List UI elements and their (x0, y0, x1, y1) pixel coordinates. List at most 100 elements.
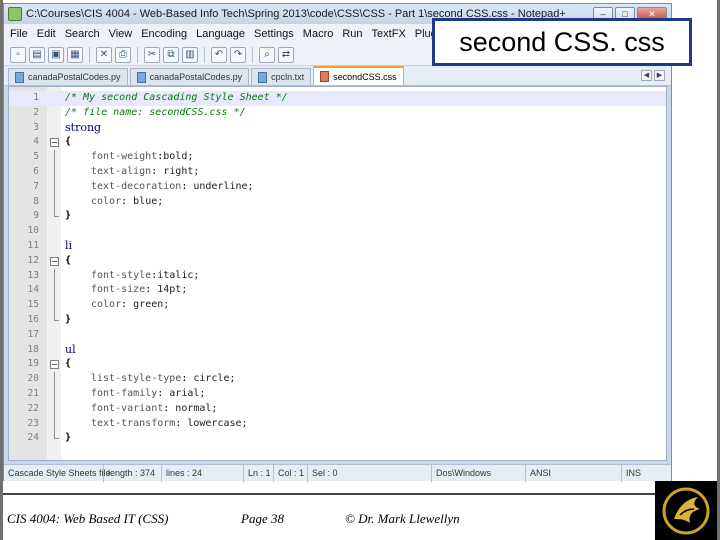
css-value: circle; (187, 373, 236, 385)
fold-toggle-icon[interactable] (50, 357, 59, 372)
line-number: 9 (33, 210, 39, 222)
line-code: font-style:italic; (91, 269, 199, 284)
code-line[interactable]: 15 color: green; (9, 298, 666, 313)
menu-edit[interactable]: Edit (37, 28, 56, 40)
file-tab[interactable]: secondCSS.css (313, 66, 404, 85)
code-line[interactable]: 2 /* file name: secondCSS.css */ (9, 106, 666, 121)
code-line[interactable]: 23 text-transform: lowercase; (9, 416, 666, 432)
status-bar: Cascade Style Sheets file length : 374 l… (4, 464, 671, 482)
tab-scroll-right-icon[interactable]: ▶ (654, 70, 665, 81)
status-file-type: Cascade Style Sheets file (4, 465, 111, 482)
code-line[interactable]: 19 { (9, 357, 666, 372)
code-line[interactable]: 14 font-size: 14pt; (9, 283, 666, 298)
code-line[interactable]: 11 li (9, 239, 666, 254)
fold-guide-line (50, 372, 59, 387)
css-property: color (91, 195, 122, 207)
menu-settings[interactable]: Settings (254, 28, 294, 40)
footer-page: Page 38 (241, 511, 284, 526)
print-icon[interactable]: ⎙ (115, 46, 131, 63)
line-code: font-weight:bold; (91, 150, 193, 165)
line-code: color: green; (91, 298, 169, 313)
code-line[interactable]: 8 color: blue; (9, 194, 666, 210)
redo-icon[interactable]: ↷ (230, 46, 246, 63)
code-line[interactable]: 22 font-variant: normal; (9, 401, 666, 417)
fold-guide-line (50, 165, 59, 180)
line-number: 22 (27, 402, 39, 414)
css-value: 14pt; (151, 284, 188, 296)
code-line[interactable]: 12 { (9, 254, 666, 269)
line-number: 3 (33, 121, 39, 133)
menu-language[interactable]: Language (196, 28, 245, 40)
status-length: length : 374 (104, 465, 162, 482)
code-line[interactable]: 13 font-style:italic; (9, 268, 666, 284)
line-number: 17 (27, 328, 39, 340)
paste-icon[interactable]: ▥ (182, 46, 198, 63)
css-property: font-family (91, 388, 158, 399)
tab-scroll-left-icon[interactable]: ◀ (641, 70, 652, 81)
code-line[interactable]: 5 font-weight:bold; (9, 150, 666, 165)
line-code: /* My second Cascading Style Sheet */ (65, 91, 288, 106)
line-number: 2 (33, 106, 39, 118)
undo-icon[interactable]: ↶ (211, 46, 227, 63)
new-file-icon[interactable]: ▫ (10, 46, 26, 63)
fold-toggle-icon[interactable] (50, 254, 59, 269)
code-line[interactable]: 6 text-align: right; (9, 165, 666, 180)
file-tab[interactable]: canadaPostalCodes.py (129, 68, 250, 85)
menu-search[interactable]: Search (65, 28, 100, 40)
save-icon[interactable]: ▣ (48, 46, 64, 63)
css-value: bold; (163, 151, 194, 163)
tab-bar: canadaPostalCodes.py canadaPostalCodes.py… (4, 66, 671, 86)
open-file-icon[interactable]: ▤ (29, 46, 45, 63)
footer-course: CIS 4004: Web Based IT (CSS) (7, 511, 169, 526)
copy-icon[interactable]: ⧉ (163, 46, 179, 63)
menu-run[interactable]: Run (342, 28, 362, 40)
fold-guide-line (50, 283, 59, 298)
menu-encoding[interactable]: Encoding (141, 28, 187, 40)
code-line[interactable]: 21 font-family: arial; (9, 387, 666, 402)
replace-icon[interactable]: ⇄ (278, 46, 294, 63)
code-line[interactable]: 3 strong (9, 121, 666, 136)
line-code: /* file name: secondCSS.css */ (65, 106, 246, 121)
line-code: { (65, 357, 71, 372)
tab-scroll-arrows: ◀ ▶ (641, 70, 665, 81)
file-tab[interactable]: canadaPostalCodes.py (8, 68, 128, 85)
line-number: 15 (27, 299, 39, 311)
menu-textfx[interactable]: TextFX (372, 28, 406, 40)
code-line[interactable]: 18 ul (9, 343, 666, 358)
fold-toggle-icon[interactable] (50, 135, 59, 150)
code-line[interactable]: 4{ (9, 135, 666, 150)
code-line[interactable]: 10 (9, 224, 666, 239)
css-value: lowercase; (181, 417, 248, 429)
css-property: text-transform (91, 417, 176, 429)
code-line[interactable]: 1 /* My second Cascading Style Sheet */ (9, 91, 666, 106)
line-number: 12 (27, 254, 39, 266)
code-line[interactable]: 16} (9, 313, 666, 328)
code-editor[interactable]: 1 /* My second Cascading Style Sheet */ 2 /… (8, 86, 667, 461)
menu-file[interactable]: File (10, 28, 28, 40)
slide-title: second CSS. css (459, 26, 665, 57)
file-tab[interactable]: cpcln.txt (251, 68, 312, 85)
status-encoding: ANSI (526, 465, 622, 482)
line-number: 13 (27, 269, 39, 281)
menu-macro[interactable]: Macro (303, 28, 334, 40)
find-icon[interactable]: ⌕ (259, 46, 275, 63)
line-code: } (65, 313, 71, 328)
code-line[interactable]: 9} (9, 209, 666, 224)
line-code: li (65, 239, 72, 255)
menu-view[interactable]: View (109, 28, 133, 40)
tab-label: secondCSS.css (333, 71, 397, 82)
code-line[interactable]: 17 (9, 328, 666, 343)
saved-file-icon (258, 71, 268, 83)
line-number: 1 (33, 92, 39, 103)
line-number: 4 (33, 136, 39, 148)
save-all-icon[interactable]: ▦ (67, 46, 83, 63)
close-file-icon[interactable]: ✕ (96, 46, 112, 63)
footer-author: © Dr. Mark Llewellyn (345, 511, 460, 526)
css-selector: strong (65, 120, 102, 134)
toolbar-separator (137, 46, 138, 63)
cut-icon[interactable]: ✂ (144, 46, 160, 63)
code-line[interactable]: 24} (9, 431, 666, 446)
code-line[interactable]: 7 text-decoration: underline; (9, 179, 666, 195)
code-line[interactable]: 20 list-style-type: circle; (9, 372, 666, 387)
css-value: italic; (157, 269, 200, 281)
